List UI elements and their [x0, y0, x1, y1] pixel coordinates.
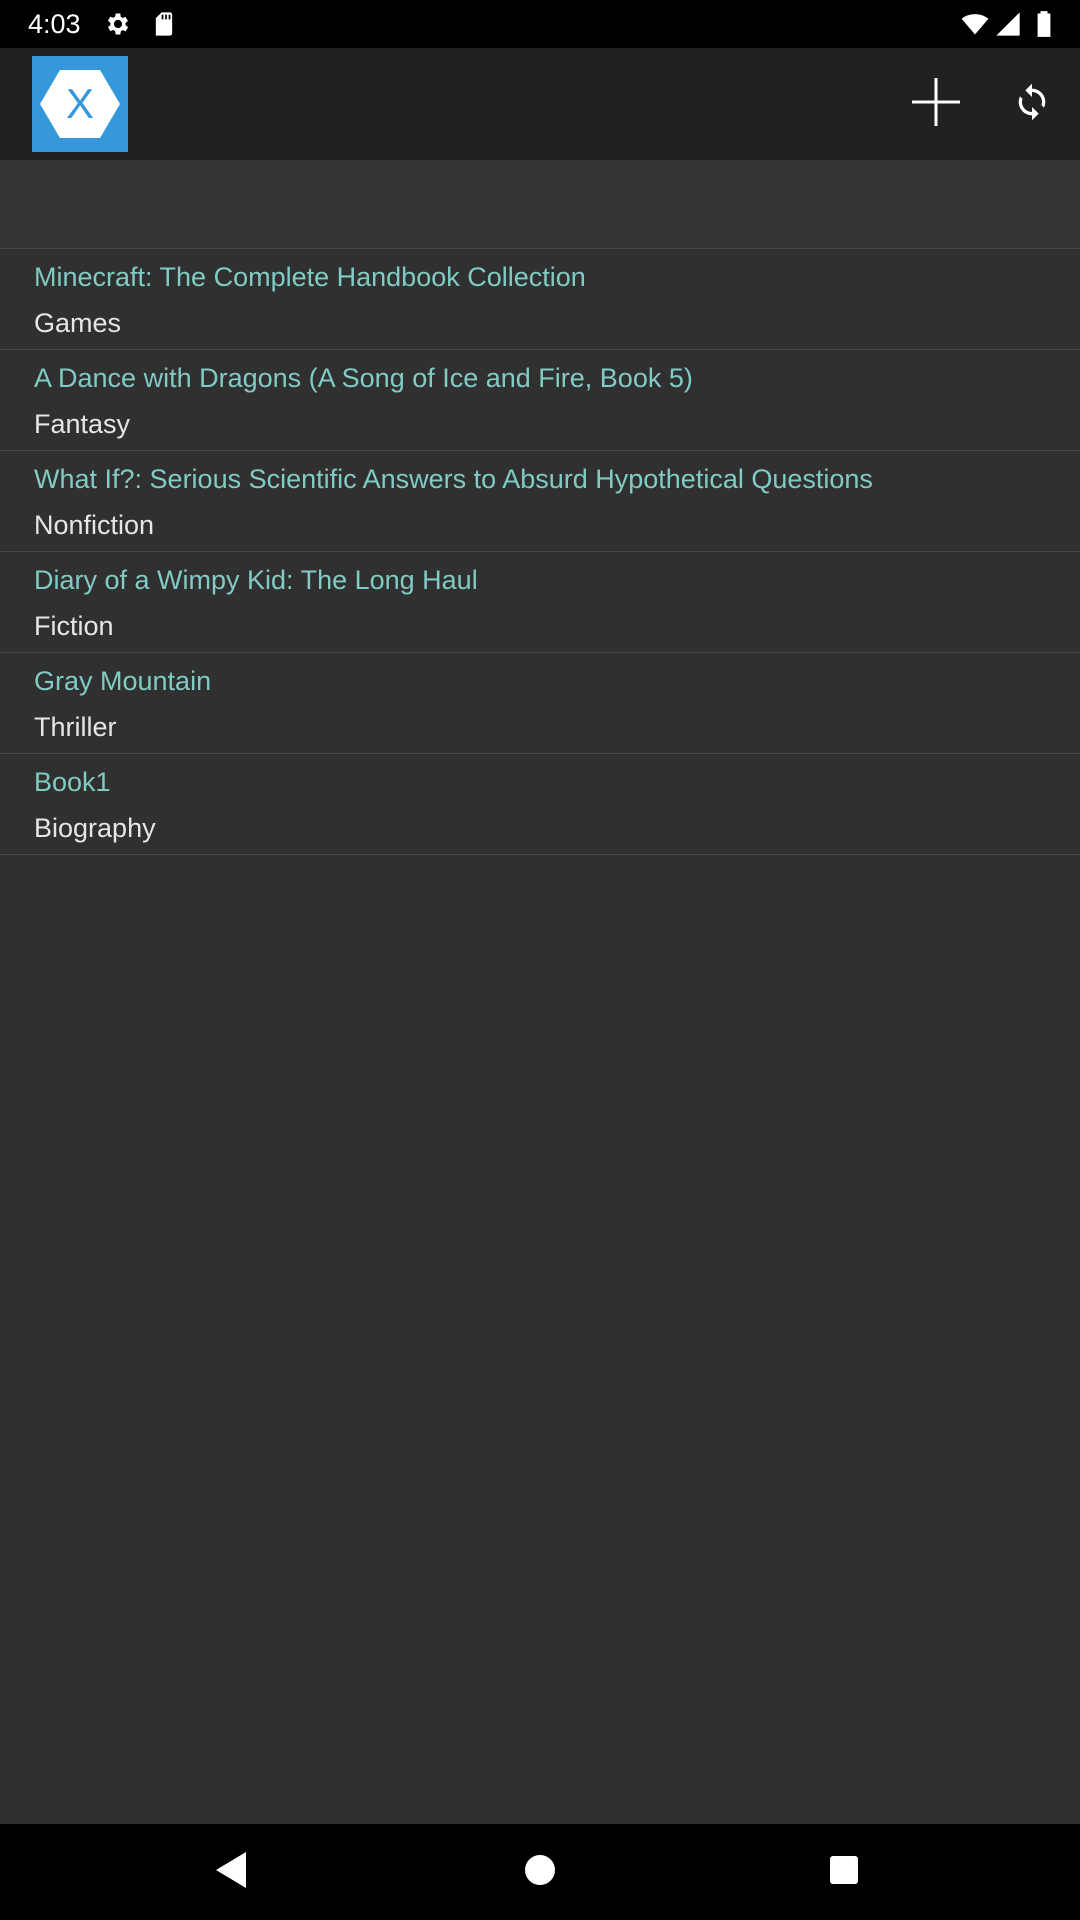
- book-title: A Dance with Dragons (A Song of Ice and …: [34, 363, 693, 393]
- recents-icon: [829, 1855, 859, 1890]
- settings-icon: [104, 10, 132, 38]
- list-item[interactable]: A Dance with Dragons (A Song of Ice and …: [0, 350, 1080, 451]
- list-item[interactable]: Book1 Biography: [0, 754, 1080, 855]
- wifi-icon: [960, 10, 989, 38]
- book-genre: Nonfiction: [34, 510, 155, 540]
- cellular-signal-icon: [994, 10, 1022, 38]
- xamarin-logo-icon: X: [32, 56, 128, 152]
- screen: 4:03 X Minecraft: The Complete Handbook …: [0, 0, 1080, 1920]
- refresh-icon: [1012, 80, 1052, 129]
- home-button[interactable]: [512, 1844, 568, 1900]
- list-item[interactable]: Minecraft: The Complete Handbook Collect…: [0, 249, 1080, 350]
- add-button[interactable]: [904, 72, 968, 136]
- book-title: What If?: Serious Scientific Answers to …: [34, 464, 873, 494]
- list-item[interactable]: Gray Mountain Thriller: [0, 653, 1080, 754]
- book-title: Book1: [34, 767, 111, 797]
- book-genre: Games: [34, 308, 122, 338]
- logo-letter: X: [66, 80, 94, 127]
- refresh-button[interactable]: [1000, 72, 1064, 136]
- book-genre: Fiction: [34, 611, 114, 641]
- back-button[interactable]: [204, 1844, 260, 1900]
- status-bar: 4:03: [0, 0, 1080, 48]
- book-genre: Biography: [34, 813, 156, 843]
- navigation-bar: [0, 1824, 1080, 1920]
- add-icon: [910, 76, 962, 133]
- book-list: Minecraft: The Complete Handbook Collect…: [0, 249, 1080, 855]
- list-item[interactable]: What If?: Serious Scientific Answers to …: [0, 451, 1080, 552]
- list-item[interactable]: Diary of a Wimpy Kid: The Long Haul Fict…: [0, 552, 1080, 653]
- app-bar: X: [0, 48, 1080, 160]
- sd-card-icon: [150, 10, 178, 38]
- book-title: Gray Mountain: [34, 666, 212, 696]
- book-genre: Thriller: [34, 712, 117, 742]
- recents-button[interactable]: [816, 1844, 872, 1900]
- status-time: 4:03: [28, 9, 81, 39]
- book-title: Minecraft: The Complete Handbook Collect…: [34, 262, 586, 292]
- book-title: Diary of a Wimpy Kid: The Long Haul: [34, 565, 478, 595]
- back-icon: [214, 1850, 250, 1895]
- book-genre: Fantasy: [34, 409, 131, 439]
- battery-icon: [1034, 10, 1062, 38]
- home-icon: [524, 1854, 556, 1891]
- list-header: [0, 160, 1080, 249]
